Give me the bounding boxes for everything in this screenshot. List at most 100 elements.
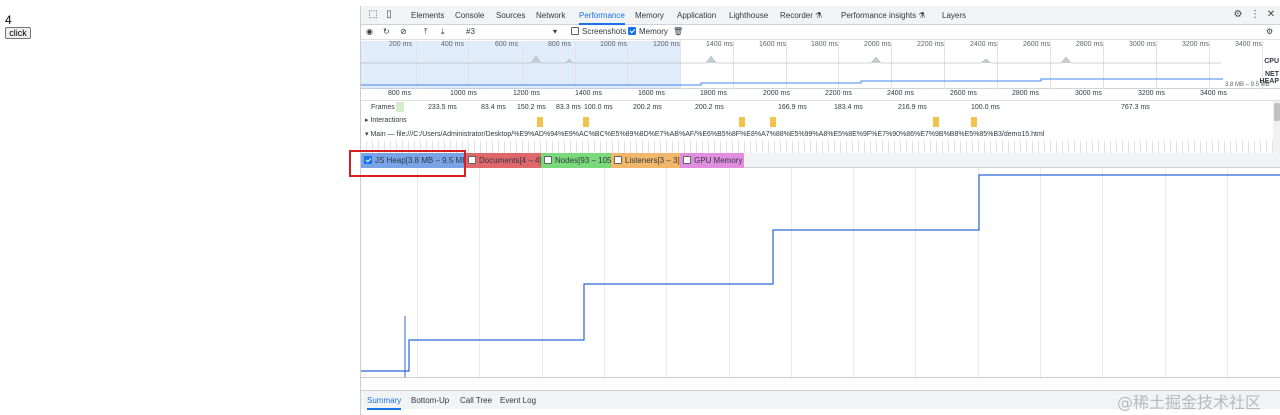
ruler-tick-label: 2800 ms [1012,90,1039,97]
ruler-tick-label: 2400 ms [887,90,914,97]
screenshots-checkbox[interactable]: Screenshots [571,26,626,38]
ruler-tick-label: 2000 ms [763,90,790,97]
heap-range-label: 3.8 MB – 9.5 MB [1225,82,1270,88]
ruler-tick-label: 3200 ms [1138,90,1165,97]
ruler-tick-label: 3000 ms [1075,90,1102,97]
page-content: 4 click [0,0,360,415]
tab-call-tree[interactable]: Call Tree [460,391,492,410]
frame-time-label: 83.3 ms [556,104,581,111]
ruler-tick-label: 1600 ms [638,90,665,97]
performance-toolbar: ◉ ↻ ⊘ ⤒ ⤓ #3 ▾ Screenshots Memory 🗑 ⚙ [361,25,1280,40]
tab-memory[interactable]: Memory [635,6,664,25]
inspect-element-icon[interactable]: ⬚ [367,9,379,21]
frame-block [396,102,404,112]
interactions-label-text: Interactions [370,117,407,124]
timeline-overview[interactable]: 200 ms 400 ms 600 ms 800 ms 1000 ms 1200 ms 14… [361,41,1280,89]
timeline-tracks[interactable]: Frames 233.5 ms 83.4 ms 150.2 ms 83.3 ms 100… [361,101,1273,156]
net-label: NET [1265,71,1279,78]
tab-console[interactable]: Console [455,6,484,25]
nodes-label: Nodes[93 – 105] [555,156,614,165]
ruler-tick-label: 1000 ms [450,90,477,97]
ruler-tick-label: 1200 ms [513,90,540,97]
scrollbar-thumb[interactable] [1274,103,1280,121]
documents-label: Documents[4 – 4] [479,156,542,165]
clear-icon[interactable]: ⊘ [400,26,407,38]
interaction-block[interactable] [770,117,776,127]
tab-sources[interactable]: Sources [496,6,525,25]
main-track-label[interactable]: ▾ Main — file:///C:/Users/Administrator/… [365,130,1044,138]
download-icon[interactable]: ⤓ [441,26,445,38]
nodes-checkbox [544,156,552,164]
frame-time-label: 767.3 ms [1121,104,1150,111]
counter-listeners[interactable]: Listeners[3 – 3] [611,153,680,168]
screenshots-label: Screenshots [582,27,627,36]
main-label-text: Main — file:///C:/Users/Administrator/De… [370,131,1045,138]
interactions-track-label[interactable]: ▸ Interactions [365,116,407,124]
tab-summary[interactable]: Summary [367,391,402,410]
documents-checkbox [468,156,476,164]
upload-icon[interactable]: ⤒ [424,26,428,38]
close-icon[interactable]: ✕ [1265,9,1277,21]
devtools-panel: ⬚ ▯ Elements Console Sources Network Per… [349,6,1280,415]
memory-label: Memory [639,27,668,36]
frame-time-label: 83.4 ms [481,104,506,111]
devtools-tabbar: ⬚ ▯ Elements Console Sources Network Per… [361,6,1280,25]
interaction-block[interactable] [583,117,589,127]
tab-recorder[interactable]: Recorder ⚗ [780,6,822,25]
memory-checkbox[interactable]: Memory [628,26,668,38]
listeners-label: Listeners[3 – 3] [625,156,680,165]
frame-time-label: 166.9 ms [778,104,807,111]
js-heap-highlight-box [349,150,466,177]
trash-icon[interactable]: 🗑 [673,26,683,38]
tracks-scrollbar[interactable] [1273,101,1280,156]
js-heap-line [361,174,1280,378]
frame-time-label: 100.0 ms [971,104,1000,111]
memory-graph[interactable] [361,168,1280,378]
cpu-label: CPU [1264,58,1279,65]
listeners-checkbox [614,156,622,164]
frame-time-label: 150.2 ms [517,104,546,111]
tab-elements[interactable]: Elements [411,6,444,25]
chevron-down-icon: ▾ [553,27,558,36]
tab-layers[interactable]: Layers [942,6,966,25]
tab-bottom-up[interactable]: Bottom-Up [411,391,449,410]
frame-time-label: 216.9 ms [898,104,927,111]
tab-lighthouse[interactable]: Lighthouse [729,6,768,25]
reload-record-icon[interactable]: ↻ [383,26,390,38]
timeline-ruler: 800 ms 1000 ms 1200 ms 1400 ms 1600 ms 1800 m… [361,89,1280,101]
record-icon[interactable]: ◉ [366,26,373,38]
counter-documents[interactable]: Documents[4 – 4] [465,153,542,168]
interaction-block[interactable] [537,117,543,127]
more-menu-icon[interactable]: ⋮ [1249,9,1261,21]
tab-network[interactable]: Network [536,6,565,25]
counter-gpu-memory[interactable]: GPU Memory [680,153,744,168]
profile-select-value: #3 [466,27,475,36]
tab-application[interactable]: Application [677,6,716,25]
device-toolbar-icon[interactable]: ▯ [383,9,395,21]
frame-time-label: 183.4 ms [834,104,863,111]
memory-counters: JS Heap[3.8 MB – 9.5 MB] Documents[4 – 4… [361,153,1280,168]
tab-event-log[interactable]: Event Log [500,391,536,410]
profile-select[interactable]: #3 ▾ [466,26,561,38]
tab-performance-insights[interactable]: Performance insights ⚗ [841,6,926,25]
ruler-tick-label: 1800 ms [700,90,727,97]
memory-checkbox-box [628,27,636,35]
frame-time-label: 200.2 ms [633,104,662,111]
frame-time-label: 233.5 ms [428,104,457,111]
watermark: @稀土掘金技术社区 [1117,393,1262,412]
interaction-block[interactable] [739,117,745,127]
settings-gear-icon[interactable]: ⚙ [1232,9,1244,21]
click-button[interactable]: click [5,27,31,39]
screenshots-checkbox-box [571,27,579,35]
frame-time-label: 100.0 ms [584,104,613,111]
interaction-block[interactable] [933,117,939,127]
ruler-tick-label: 1400 ms [575,90,602,97]
ruler-tick-label: 800 ms [388,90,411,97]
graph-baseline [361,377,1280,378]
cpu-activity-chart [361,55,1223,86]
counter-nodes[interactable]: Nodes[93 – 105] [541,153,614,168]
tab-performance[interactable]: Performance [579,6,625,25]
capture-settings-icon[interactable]: ⚙ [1266,26,1273,38]
interaction-block[interactable] [971,117,977,127]
ruler-tick-label: 2600 ms [950,90,977,97]
